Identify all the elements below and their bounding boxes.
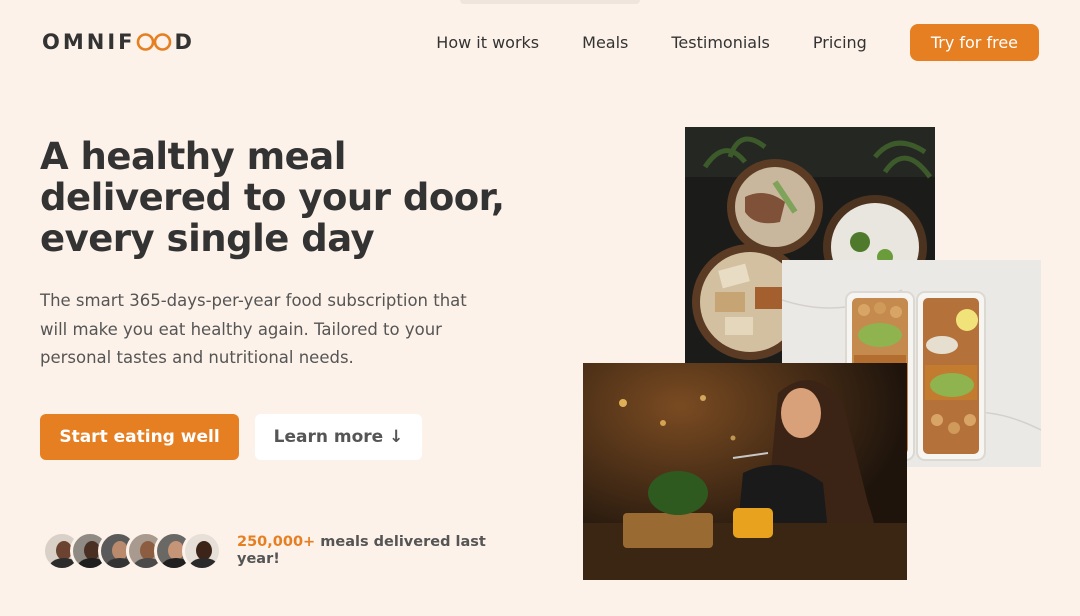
delivered-meals-text: 250,000+ meals delivered last year! xyxy=(237,534,487,568)
learn-more-button[interactable]: Learn more ↓ xyxy=(255,414,422,460)
omnifood-logo[interactable]: OMNIF D xyxy=(42,30,195,54)
start-eating-well-button[interactable]: Start eating well xyxy=(40,414,239,460)
woman-eating-photo xyxy=(583,363,907,580)
nav-meals[interactable]: Meals xyxy=(582,33,628,52)
infinity-logo-icon xyxy=(136,32,172,52)
try-for-free-button[interactable]: Try for free xyxy=(909,24,1039,61)
logo-text-right: D xyxy=(174,30,195,54)
nav-pricing[interactable]: Pricing xyxy=(813,33,867,52)
avatar xyxy=(182,531,222,571)
hero-description: The smart 365-days-per-year food subscri… xyxy=(40,291,467,367)
nav-testimonials[interactable]: Testimonials xyxy=(671,33,770,52)
delivered-count: 250,000+ xyxy=(237,534,316,550)
hero-title: A healthy meal delivered to your door, e… xyxy=(40,135,505,260)
logo-text-left: OMNIF xyxy=(42,30,136,54)
top-shadow xyxy=(460,0,640,4)
main-nav: How it works Meals Testimonials Pricing … xyxy=(436,24,1039,61)
nav-how-it-works[interactable]: How it works xyxy=(436,33,539,52)
customer-avatars xyxy=(42,531,222,571)
